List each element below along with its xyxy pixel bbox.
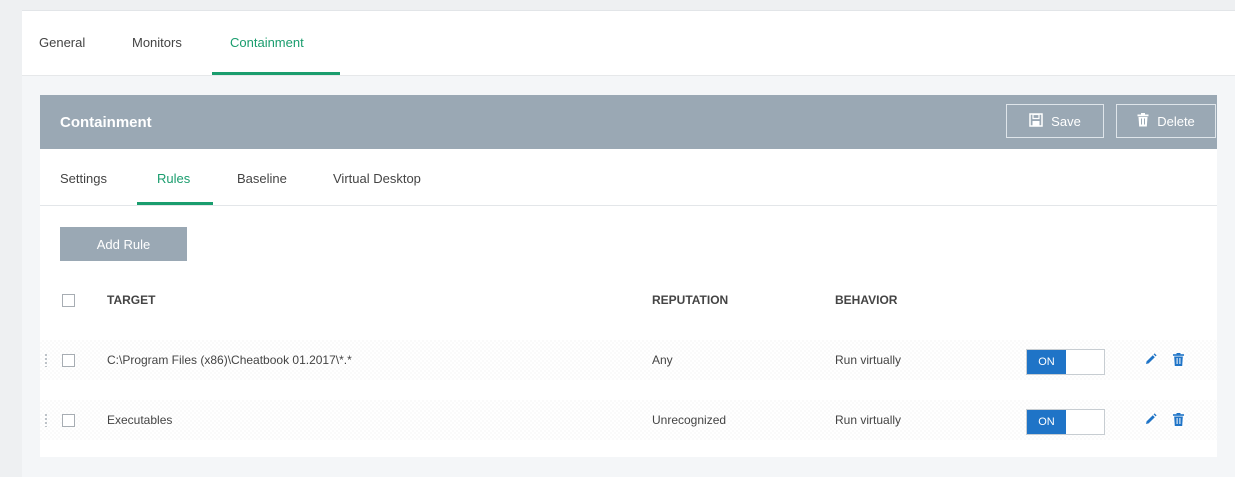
delete-button[interactable]: Delete <box>1116 104 1216 138</box>
active-tab-indicator <box>212 72 340 75</box>
drag-handle-icon[interactable] <box>44 413 48 427</box>
drag-handle-icon[interactable] <box>44 353 48 367</box>
select-all-checkbox[interactable] <box>62 294 75 307</box>
floppy-disk-icon <box>1029 112 1043 130</box>
trash-icon <box>1137 112 1149 130</box>
toggle-on-label: ON <box>1027 350 1066 374</box>
pencil-icon[interactable] <box>1144 413 1157 429</box>
active-subtab-indicator <box>137 202 213 205</box>
row-checkbox[interactable] <box>62 354 75 367</box>
tab-monitors[interactable]: Monitors <box>132 35 182 50</box>
column-header-reputation[interactable]: REPUTATION <box>652 293 728 307</box>
page-container: General Monitors Containment Containment… <box>22 10 1235 477</box>
pencil-icon[interactable] <box>1144 353 1157 369</box>
top-tab-bar: General Monitors Containment <box>22 11 1235 76</box>
column-header-behavior[interactable]: BEHAVIOR <box>835 293 897 307</box>
tab-general[interactable]: General <box>39 35 85 50</box>
rule-enabled-toggle[interactable]: ON <box>1026 409 1105 435</box>
rule-target: Executables <box>107 413 173 427</box>
rule-behavior: Run virtually <box>835 353 902 367</box>
delete-button-label: Delete <box>1157 113 1195 129</box>
tab-baseline[interactable]: Baseline <box>237 171 287 186</box>
rule-target: C:\Program Files (x86)\Cheatbook 01.2017… <box>107 353 352 367</box>
trash-icon[interactable] <box>1173 413 1184 429</box>
row-checkbox[interactable] <box>62 414 75 427</box>
toggle-on-label: ON <box>1027 410 1066 434</box>
rule-reputation: Unrecognized <box>652 413 727 427</box>
panel-title: Containment <box>60 114 152 131</box>
rule-reputation: Any <box>652 353 673 367</box>
sub-tab-bar: Settings Rules Baseline Virtual Desktop <box>40 149 1217 206</box>
table-row: C:\Program Files (x86)\Cheatbook 01.2017… <box>40 340 1217 380</box>
rule-enabled-toggle[interactable]: ON <box>1026 349 1105 375</box>
column-header-target[interactable]: TARGET <box>107 293 155 307</box>
tab-settings[interactable]: Settings <box>60 171 107 186</box>
save-button[interactable]: Save <box>1006 104 1104 138</box>
containment-panel: Containment Save Delete Settings Rules B… <box>40 95 1217 457</box>
tab-rules[interactable]: Rules <box>157 171 190 186</box>
save-button-label: Save <box>1051 113 1081 129</box>
panel-header: Containment Save Delete <box>40 95 1217 149</box>
tab-containment[interactable]: Containment <box>230 35 304 50</box>
trash-icon[interactable] <box>1173 353 1184 369</box>
rule-behavior: Run virtually <box>835 413 902 427</box>
table-row: Executables Unrecognized Run virtually O… <box>40 400 1217 440</box>
tab-virtual-desktop[interactable]: Virtual Desktop <box>333 171 421 186</box>
add-rule-button[interactable]: Add Rule <box>60 227 187 261</box>
